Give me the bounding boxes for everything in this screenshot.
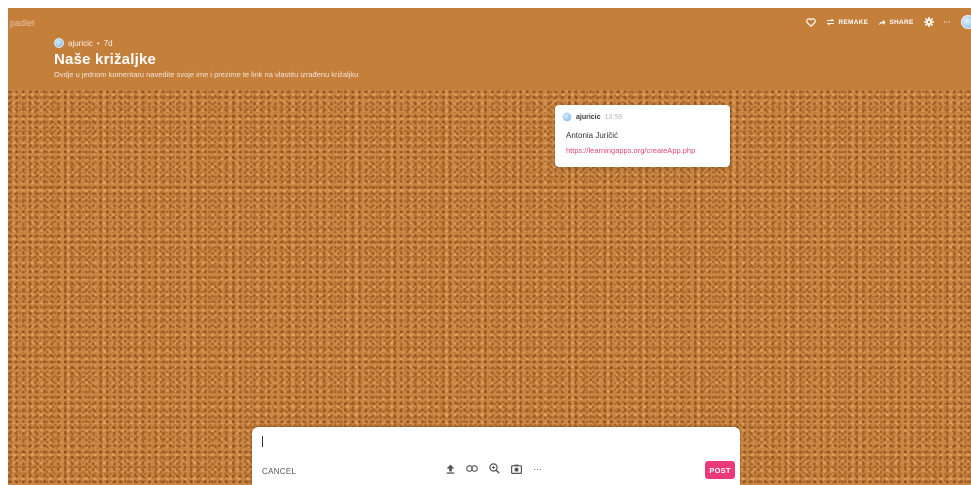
post-time: 13:59	[604, 113, 623, 121]
gear-icon	[923, 17, 934, 27]
search-image-icon[interactable]	[489, 463, 500, 474]
heart-icon	[806, 17, 817, 27]
header-actions: REMAKE SHARE ···	[806, 14, 971, 30]
cancel-button[interactable]: CANCEL	[262, 467, 296, 476]
camera-icon[interactable]	[511, 464, 523, 474]
attachment-toolbar: ···	[446, 463, 542, 474]
like-button[interactable]	[806, 17, 817, 27]
link-icon[interactable]	[466, 465, 478, 472]
post-body-name: Antonia Juričić	[566, 131, 619, 140]
board-header: padlet ajuricic • 7d Naše križaljke Ovdj…	[8, 8, 971, 90]
post-card[interactable]: ajuricic 13:59 Antonia Juričić https://l…	[555, 105, 730, 167]
padlet-window: padlet ajuricic • 7d Naše križaljke Ovdj…	[8, 8, 971, 485]
board-author[interactable]: ajuricic	[68, 39, 93, 48]
board-description: Ovdje u jednom komentaru navedite svoje …	[54, 70, 359, 79]
remake-button[interactable]: REMAKE	[826, 18, 868, 26]
cork-wall	[8, 90, 971, 485]
post-button[interactable]: POST	[705, 461, 735, 479]
comment-composer: CANCEL ··· POST	[252, 427, 740, 485]
share-icon	[878, 19, 886, 26]
board-author-line: ajuricic • 7d	[54, 38, 113, 48]
board-title: Naše križaljke	[54, 51, 157, 68]
profile-avatar[interactable]	[961, 15, 971, 29]
board-age: 7d	[103, 38, 113, 48]
settings-button[interactable]	[923, 17, 934, 27]
post-header: ajuricic 13:59	[562, 112, 622, 122]
remake-icon	[826, 18, 835, 26]
post-author-avatar[interactable]	[562, 112, 572, 122]
author-avatar[interactable]	[54, 38, 64, 48]
padlet-logo[interactable]: padlet	[10, 18, 35, 28]
share-button[interactable]: SHARE	[878, 19, 913, 26]
separator-dot: •	[96, 38, 100, 48]
remake-label: REMAKE	[838, 18, 869, 26]
upload-icon[interactable]	[446, 464, 455, 474]
more-attachments-button[interactable]: ···	[533, 464, 542, 474]
more-menu-button[interactable]: ···	[944, 19, 951, 26]
share-label: SHARE	[889, 18, 914, 26]
post-body-link[interactable]: https://learningapps.org/createApp.php	[566, 146, 695, 155]
post-author[interactable]: ajuricic	[576, 114, 601, 121]
text-caret[interactable]	[262, 436, 263, 447]
